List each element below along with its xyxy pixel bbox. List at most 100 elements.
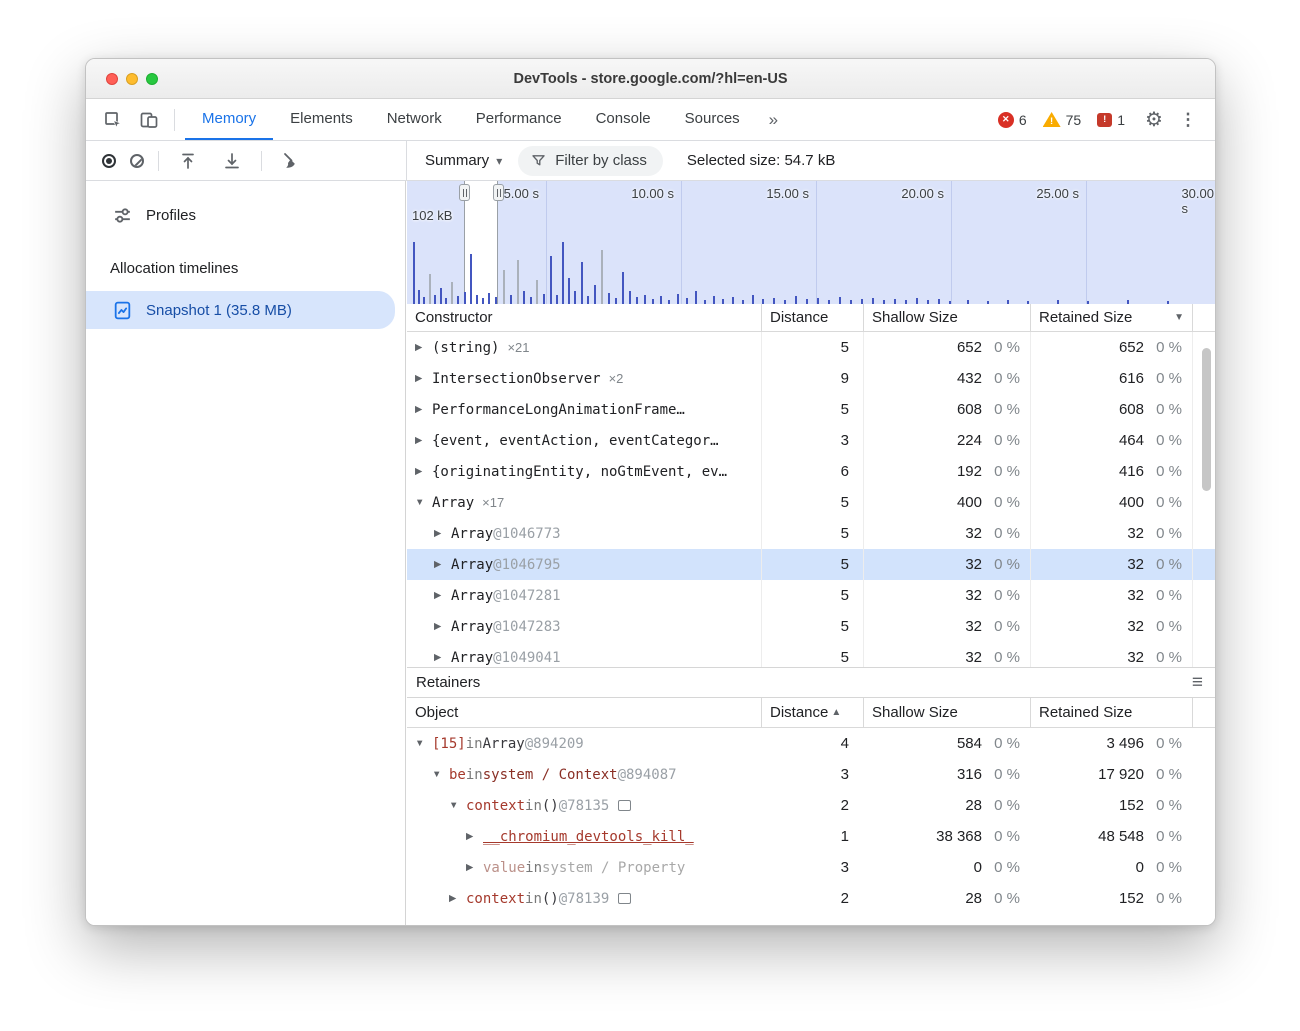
save-profile-icon[interactable] [217,146,247,176]
load-profile-icon[interactable] [173,146,203,176]
shallow-size-cell: 320 % [863,549,1030,580]
size-value: 400 [1119,494,1144,511]
menu-dots-icon[interactable]: ⋮ [1175,110,1201,130]
selection-left-handle[interactable] [459,184,470,201]
size-value: 0 [974,859,982,876]
constructor-row[interactable]: ▶Array @10472815320 %320 % [407,580,1215,611]
tree-collapsed-icon[interactable]: ▶ [434,590,451,601]
vertical-scrollbar-thumb[interactable] [1202,348,1211,491]
constructor-name-cell: ▶{originatingEntity, noGtmEvent, ev… [407,456,761,487]
column-header-shallow-size[interactable]: Shallow Size [863,304,1030,331]
constructor-row[interactable]: ▶{event, eventAction, eventCategor…32240… [407,425,1215,456]
clear-button[interactable] [130,154,144,168]
tab-console[interactable]: Console [579,99,668,140]
size-value: 32 [965,556,982,573]
constructor-row[interactable]: ▶Array @10467955320 %320 % [407,549,1215,580]
timeline-bar [423,297,425,304]
distance-cell: 5 [761,394,863,425]
tree-collapsed-icon[interactable]: ▶ [466,831,483,842]
constructor-name: Array [451,526,493,542]
timeline-tick-label: 15.00 s [766,186,809,201]
tab-sources[interactable]: Sources [668,99,757,140]
retainers-menu-icon[interactable]: ≡ [1192,672,1203,694]
tree-expanded-icon[interactable]: ▼ [449,800,466,811]
column-header-constructor[interactable]: Constructor [407,304,761,331]
retainer-row[interactable]: ▶__chromium_devtools_kill_138 3680 %48 5… [407,821,1215,852]
tab-memory[interactable]: Memory [185,99,273,140]
constructor-row[interactable]: ▼Array×1754000 %4000 % [407,487,1215,518]
record-button[interactable] [102,154,116,168]
tree-collapsed-icon[interactable]: ▶ [434,528,451,539]
error-badge[interactable]: ✕ 6 [998,112,1027,128]
constructor-row[interactable]: ▶Array @10472835320 %320 % [407,611,1215,642]
constructor-row[interactable]: ▶Array @10467735320 %320 % [407,518,1215,549]
timeline-bar [536,280,538,304]
sidebar-item-snapshot-1[interactable]: Snapshot 1 (35.8 MB) [86,291,395,329]
constructor-name: PerformanceLongAnimationFrame… [432,402,685,418]
constructor-name: Array [451,557,493,573]
reveal-object-icon[interactable] [618,800,631,811]
timeline-bar [872,298,874,304]
tree-collapsed-icon[interactable]: ▶ [449,893,466,904]
timeline-bar [615,298,617,304]
gutter-cell [1192,883,1215,914]
tree-collapsed-icon[interactable]: ▶ [415,404,432,415]
size-value: 152 [1119,797,1144,814]
size-percent: 0 % [982,494,1020,511]
column-header-shallow-size[interactable]: Shallow Size [863,698,1030,727]
class-filter-input[interactable]: Filter by class [518,146,663,176]
timeline-bar [916,298,918,304]
tree-collapsed-icon[interactable]: ▶ [415,435,432,446]
timeline-bar [1127,300,1129,304]
retainer-row[interactable]: ▶context in () @781392280 %1520 % [407,883,1215,914]
issues-badge[interactable]: ! 1 [1097,112,1125,128]
tree-expanded-icon[interactable]: ▼ [415,738,432,749]
settings-gear-icon[interactable]: ⚙ [1141,107,1167,132]
tab-network[interactable]: Network [370,99,459,140]
constructor-row[interactable]: ▶Array @10490415320 %320 % [407,642,1215,667]
more-tabs-button[interactable]: » [757,99,790,140]
tree-collapsed-icon[interactable]: ▶ [434,559,451,570]
tree-collapsed-icon[interactable]: ▶ [434,621,451,632]
constructor-row[interactable]: ▶IntersectionObserver×294320 %6160 % [407,363,1215,394]
retainer-text-segment: __chromium_devtools_kill_ [483,829,694,845]
collect-garbage-icon[interactable] [276,146,306,176]
inspect-element-icon[interactable] [98,105,128,135]
device-toolbar-icon[interactable] [134,105,164,135]
tab-elements[interactable]: Elements [273,99,370,140]
tree-collapsed-icon[interactable]: ▶ [415,466,432,477]
retainer-object-cell: ▼be in system / Context @894087 [407,759,761,790]
retainer-row[interactable]: ▶value in system / Property300 %00 % [407,852,1215,883]
size-value: 38 368 [936,828,982,845]
size-percent: 0 % [1144,370,1182,387]
tree-collapsed-icon[interactable]: ▶ [466,862,483,873]
tree-collapsed-icon[interactable]: ▶ [415,373,432,384]
constructor-row[interactable]: ▶{originatingEntity, noGtmEvent, ev…6192… [407,456,1215,487]
tree-collapsed-icon[interactable]: ▶ [434,652,451,663]
constructor-row[interactable]: ▶(string)×2156520 %6520 % [407,332,1215,363]
tab-performance[interactable]: Performance [459,99,579,140]
retainer-row[interactable]: ▼[15] in Array @89420945840 %3 4960 % [407,728,1215,759]
column-header-distance[interactable]: Distance [761,304,863,331]
retainer-text-segment: be [449,767,466,783]
tree-expanded-icon[interactable]: ▼ [432,769,449,780]
size-percent: 0 % [982,890,1020,907]
allocation-timeline-overview[interactable]: 102 kB 5.00 s10.00 s15.00 s20.00 s25.00 … [407,181,1215,304]
timeline-bar [839,297,841,304]
tree-collapsed-icon[interactable]: ▶ [415,342,432,353]
column-header-distance[interactable]: Distance ▲ [761,698,863,727]
retainer-row[interactable]: ▼context in () @781352280 %1520 % [407,790,1215,821]
constructor-row[interactable]: ▶PerformanceLongAnimationFrame…56080 %60… [407,394,1215,425]
view-mode-select[interactable]: Summary ▾ [425,152,502,169]
profiles-label: Profiles [146,207,196,224]
column-header-object[interactable]: Object [407,698,761,727]
column-header-retained-size[interactable]: Retained Size [1030,698,1192,727]
column-header-retained-size[interactable]: Retained Size ▼ [1030,304,1192,331]
shallow-size-cell: 320 % [863,611,1030,642]
tree-expanded-icon[interactable]: ▼ [415,497,432,508]
warning-badge[interactable]: ! 75 [1043,112,1082,128]
reveal-object-icon[interactable] [618,893,631,904]
retainer-row[interactable]: ▼be in system / Context @89408733160 %17… [407,759,1215,790]
retained-size-cell: 3 4960 % [1030,728,1192,759]
selection-right-handle[interactable] [493,184,504,201]
